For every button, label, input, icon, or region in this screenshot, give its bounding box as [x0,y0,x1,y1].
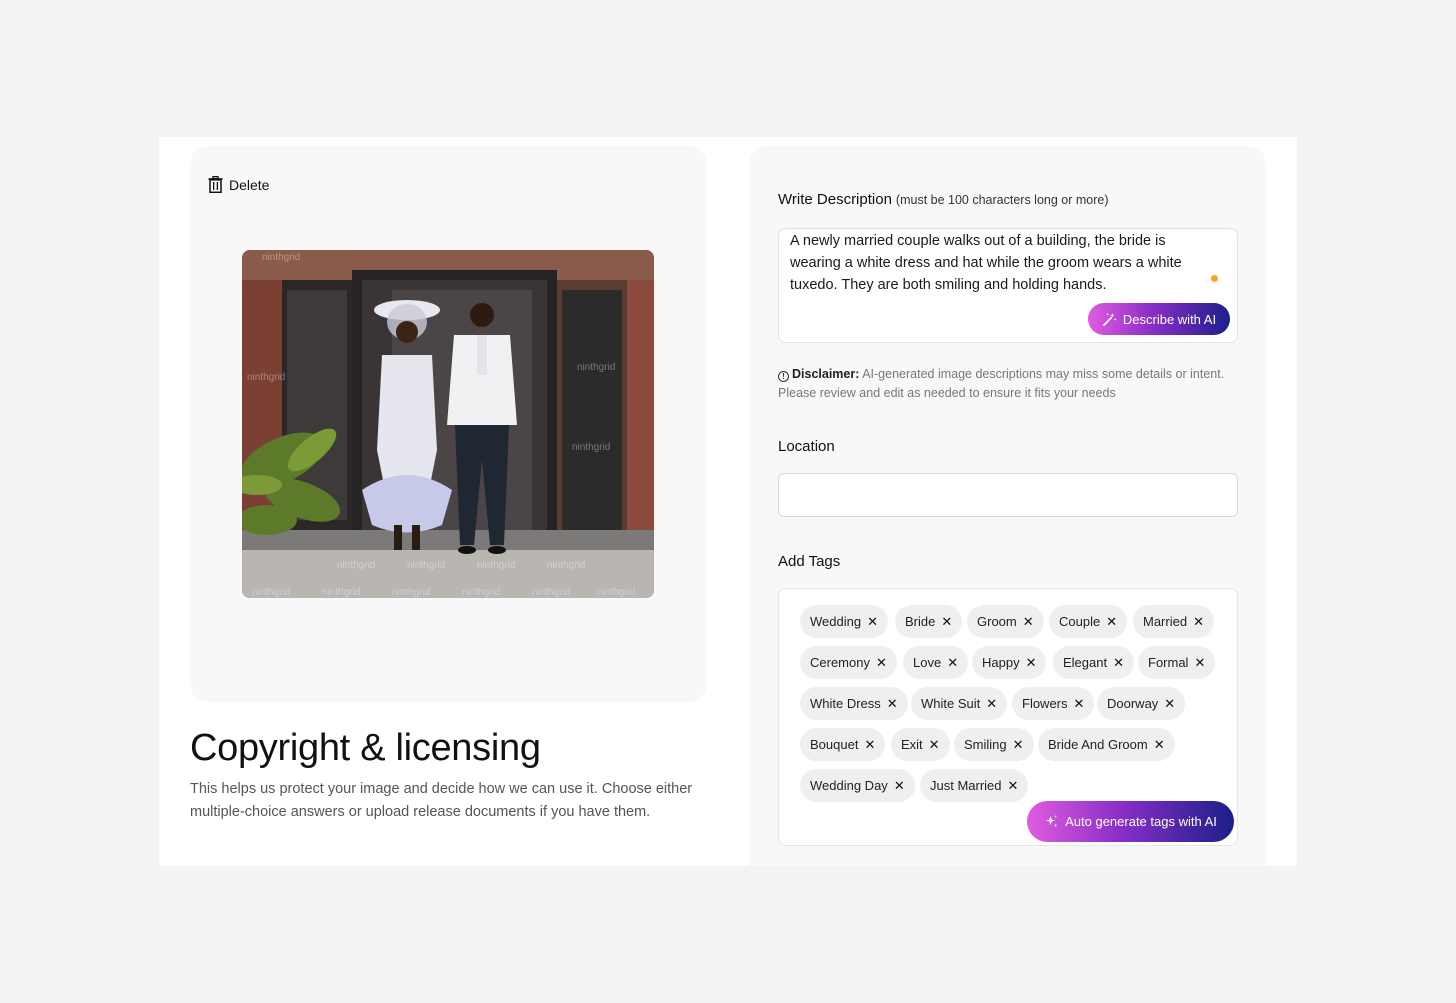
remove-tag-icon[interactable]: ✕ [864,737,875,753]
svg-text:ninthgrid: ninthgrid [322,587,360,598]
description-label-text: Write Description [778,191,892,208]
tag-chip: Wedding Day ✕ [800,769,915,802]
remove-tag-icon[interactable]: ✕ [941,614,952,630]
remove-tag-icon[interactable]: ✕ [894,778,905,794]
tag-label: Formal [1148,655,1189,670]
tag-chip: Flowers ✕ [1012,687,1095,720]
tag-chip: Formal ✕ [1138,646,1216,679]
description-textarea[interactable]: A newly married couple walks out of a bu… [778,228,1238,343]
tag-label: Just Married [930,778,1002,793]
svg-text:ninthgrid: ninthgrid [547,560,585,571]
svg-text:ninthgrid: ninthgrid [247,372,285,383]
remove-tag-icon[interactable]: ✕ [1193,614,1204,630]
tag-label: Bouquet [810,737,859,752]
tag-chip: Smiling ✕ [954,728,1034,761]
tag-chip: Married ✕ [1133,605,1214,638]
tag-chip: Exit ✕ [891,728,950,761]
svg-text:ninthgrid: ninthgrid [532,587,570,598]
description-label: Write Description (must be 100 characters… [778,191,1109,208]
sparkles-icon [1045,814,1058,828]
magic-wand-icon [1102,312,1116,326]
remove-tag-icon[interactable]: ✕ [1164,696,1175,712]
copyright-title: Copyright & licensing [190,727,541,769]
delete-button[interactable]: Delete [208,176,269,193]
uploaded-photo: ninthgrid ninthgrid ninthgrid ninthgrid … [242,250,654,598]
remove-tag-icon[interactable]: ✕ [1194,655,1205,671]
remove-tag-icon[interactable]: ✕ [1113,655,1124,671]
tag-chip: Happy ✕ [972,646,1047,679]
tag-label: Wedding Day [810,778,888,793]
remove-tag-icon[interactable]: ✕ [887,696,898,712]
svg-text:ninthgrid: ninthgrid [572,442,610,453]
location-input[interactable] [778,473,1238,517]
auto-generate-tags-label: Auto generate tags with AI [1065,814,1217,829]
remove-tag-icon[interactable]: ✕ [1023,614,1034,630]
tag-label: Bride And Groom [1048,737,1148,752]
disclaimer-label: Disclaimer: [792,367,860,381]
tag-chip: Bride ✕ [895,605,963,638]
description-text[interactable]: A newly married couple walks out of a bu… [790,230,1210,296]
tag-label: Love [913,655,942,670]
tag-chip: White Suit ✕ [911,687,1008,720]
tags-container: Wedding ✕ Bride ✕ Groom ✕ Couple ✕ Married ✕ … [778,588,1238,846]
tag-chip: Just Married ✕ [920,769,1029,802]
tag-chip: Elegant ✕ [1053,646,1134,679]
remove-tag-icon[interactable]: ✕ [929,737,940,753]
tag-label: Doorway [1107,696,1159,711]
remove-tag-icon[interactable]: ✕ [876,655,887,671]
remove-tag-icon[interactable]: ✕ [1154,737,1165,753]
tag-label: White Suit [921,696,981,711]
tag-label: Couple [1059,614,1101,629]
location-label: Location [778,438,835,455]
svg-text:ninthgrid: ninthgrid [462,587,500,598]
description-hint: (must be 100 characters long or more) [895,193,1109,207]
tag-chip: Wedding ✕ [800,605,888,638]
tag-label: Groom [977,614,1017,629]
delete-label: Delete [229,176,270,193]
svg-text:ninthgrid: ninthgrid [577,362,615,373]
remove-tag-icon[interactable]: ✕ [867,614,878,630]
svg-text:ninthgrid: ninthgrid [407,560,445,571]
tag-chip: Love ✕ [903,646,969,679]
tag-label: Ceremony [810,655,870,670]
describe-with-ai-label: Describe with AI [1122,311,1217,327]
tag-label: Happy [982,655,1020,670]
describe-with-ai-button[interactable]: Describe with AI [1088,303,1230,335]
tag-chip: White Dress ✕ [800,687,908,720]
remove-tag-icon[interactable]: ✕ [1026,655,1037,671]
trash-icon [208,176,223,193]
tags-label: Add Tags [778,553,841,570]
tag-label: Exit [901,737,923,752]
tag-label: Wedding [810,614,862,629]
tag-label: Married [1143,614,1188,629]
svg-text:ninthgrid: ninthgrid [392,587,430,598]
tag-chip: Couple ✕ [1049,605,1128,638]
tag-label: White Dress [810,696,881,711]
copyright-description: This helps us protect your image and dec… [190,781,693,820]
remove-tag-icon[interactable]: ✕ [1074,696,1085,712]
svg-text:ninthgrid: ninthgrid [262,252,300,263]
tag-chip: Doorway ✕ [1097,687,1186,720]
svg-text:ninthgrid: ninthgrid [477,560,515,571]
remove-tag-icon[interactable]: ✕ [1013,737,1024,753]
auto-generate-tags-button[interactable]: Auto generate tags with AI [1027,801,1234,842]
tag-label: Bride [905,614,936,629]
svg-text:ninthgrid: ninthgrid [597,587,635,598]
status-dot [1211,275,1218,282]
svg-text:ninthgrid: ninthgrid [337,560,375,571]
tag-chip: Groom ✕ [967,605,1044,638]
tag-label: Elegant [1063,655,1108,670]
remove-tag-icon[interactable]: ✕ [947,655,958,671]
tag-chip: Bride And Groom ✕ [1038,728,1175,761]
remove-tag-icon[interactable]: ✕ [1008,778,1019,794]
tag-chip: Bouquet ✕ [800,728,886,761]
remove-tag-icon[interactable]: ✕ [986,696,997,712]
tag-chip: Ceremony ✕ [800,646,897,679]
remove-tag-icon[interactable]: ✕ [1106,614,1117,630]
tag-label: Flowers [1022,696,1068,711]
disclaimer: ! Disclaimer: AI-generated image descript… [778,365,1243,403]
tag-label: Smiling [964,737,1007,752]
info-icon: ! [778,371,789,382]
svg-text:ninthgrid: ninthgrid [252,587,290,598]
